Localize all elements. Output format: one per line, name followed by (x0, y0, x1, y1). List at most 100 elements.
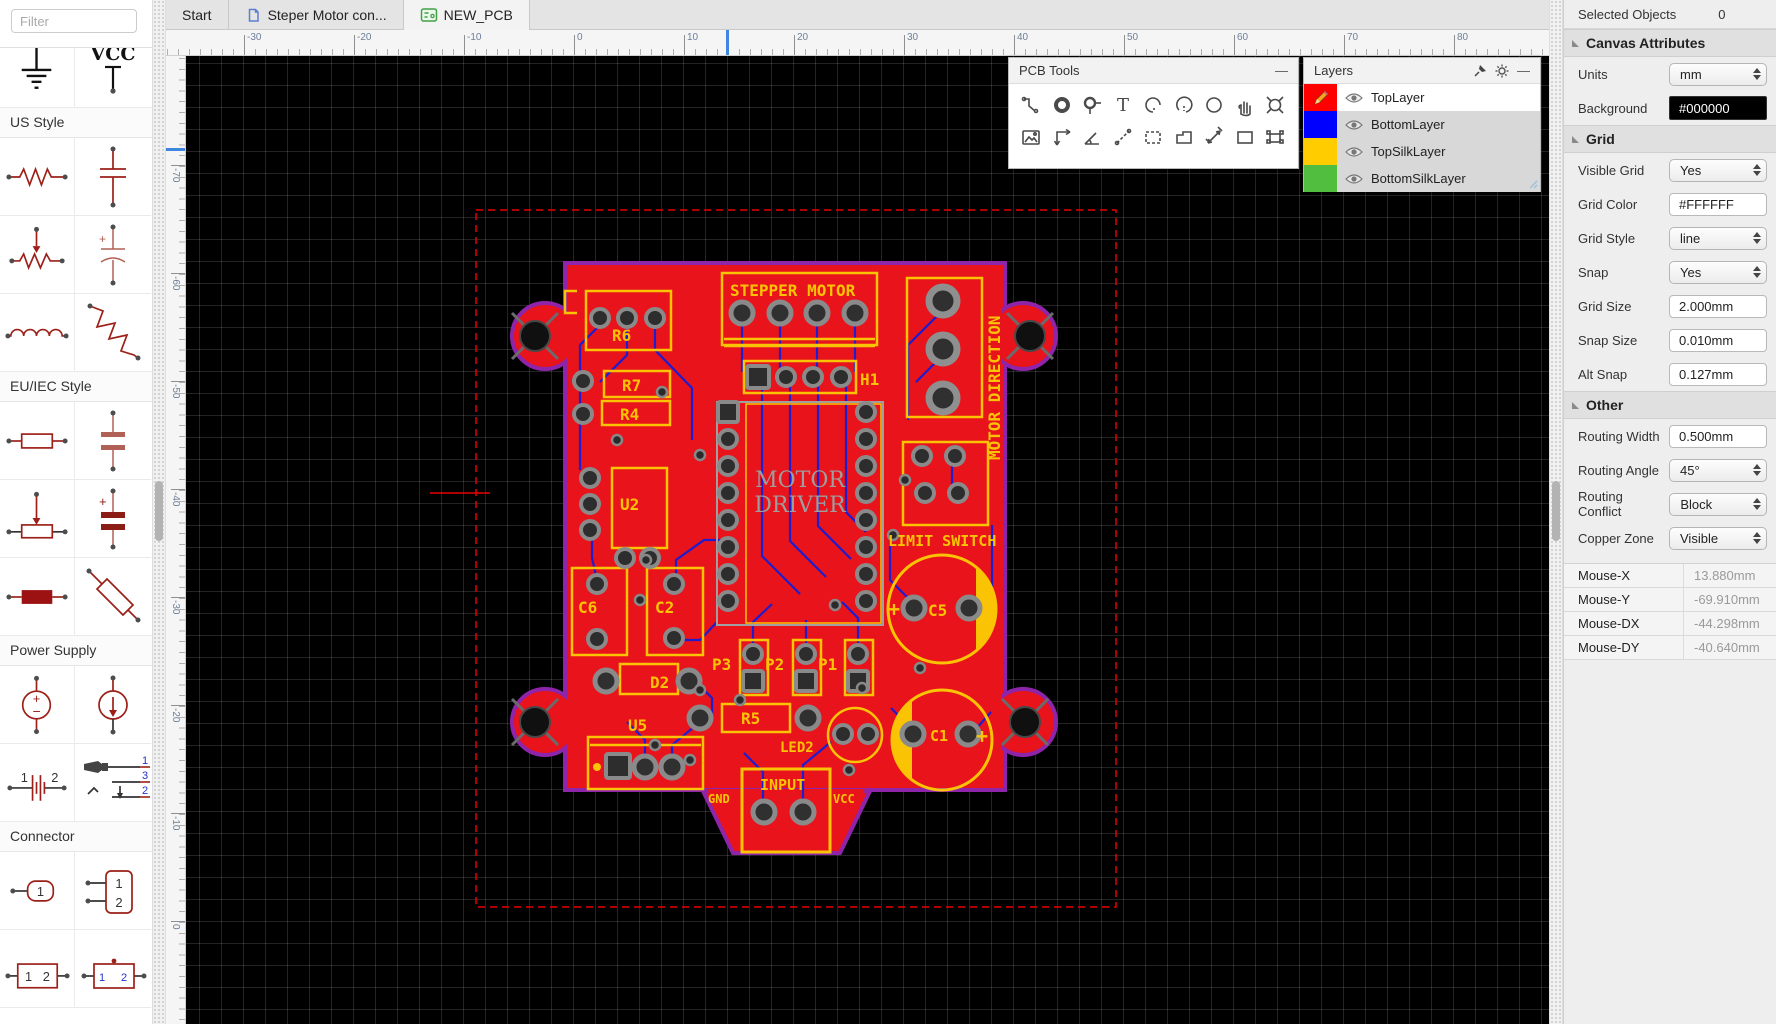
layer-row-topsilklayer[interactable]: TopSilkLayer (1304, 138, 1540, 165)
resize-handle[interactable] (1528, 179, 1538, 189)
routing-width-input[interactable] (1669, 424, 1767, 448)
vertical-ruler: -70 -60 -50 -40 -30 -20 -10 0 (166, 56, 186, 1024)
section-power-supply[interactable]: Power Supply (0, 635, 152, 666)
section-grid[interactable]: Grid (1564, 125, 1776, 153)
circle-icon[interactable] (1200, 90, 1228, 120)
component-inductor[interactable] (0, 294, 75, 372)
component-audio-jack[interactable]: 1 3 2 (75, 744, 151, 822)
section-canvas-attributes[interactable]: Canvas Attributes (1564, 29, 1776, 57)
eye-icon[interactable] (1337, 119, 1371, 131)
background-color-swatch[interactable]: #000000 (1669, 96, 1767, 120)
component-resistor-filled[interactable] (0, 558, 75, 636)
solid-region-icon[interactable] (1170, 122, 1198, 152)
svg-text:2: 2 (142, 785, 148, 797)
routing-angle-select[interactable]: 45° (1669, 458, 1767, 482)
selected-objects-value: 0 (1718, 6, 1726, 22)
image-icon[interactable] (1017, 122, 1045, 152)
layer-row-toplayer[interactable]: TopLayer (1304, 84, 1540, 111)
svg-text:2: 2 (120, 972, 126, 984)
left-scrollbar-thumb[interactable] (155, 481, 163, 541)
paste-region-icon[interactable] (1139, 122, 1167, 152)
snap-select[interactable]: Yes (1669, 260, 1767, 284)
stepper-arrows-icon (1753, 266, 1761, 278)
rect-icon[interactable] (1231, 122, 1259, 152)
layer-row-bottomlayer[interactable]: BottomLayer (1304, 111, 1540, 138)
routing-conflict-select[interactable]: Block (1669, 492, 1767, 516)
section-eu-iec-style[interactable]: EU/IEC Style (0, 371, 152, 402)
pcb-canvas[interactable] (186, 56, 1549, 1024)
alt-snap-input[interactable] (1669, 362, 1767, 386)
section-connector[interactable]: Connector (0, 821, 152, 852)
component-resistor-diagonal[interactable] (75, 294, 151, 372)
protractor-icon[interactable] (1078, 122, 1106, 152)
dimension-arrow-icon[interactable] (1200, 122, 1228, 152)
layer-color-swatch[interactable] (1304, 138, 1337, 165)
minimize-icon[interactable]: — (1517, 63, 1530, 78)
component-capacitor-polarized-eu[interactable]: + (75, 480, 151, 558)
visible-grid-select[interactable]: Yes (1669, 158, 1767, 182)
layer-row-bottomsilklayer[interactable]: BottomSilkLayer (1304, 165, 1540, 192)
layer-color-swatch[interactable] (1304, 84, 1337, 111)
tab-new-pcb[interactable]: NEW_PCB (403, 0, 530, 30)
component-potentiometer-eu[interactable] (0, 480, 75, 558)
units-select[interactable]: mm (1669, 62, 1767, 86)
copper-zone-select[interactable]: Visible (1669, 526, 1767, 550)
section-us-style[interactable]: US Style (0, 107, 152, 138)
layers-header[interactable]: Layers — (1304, 58, 1540, 84)
pcb-tools-panel: PCB Tools — T (1008, 57, 1299, 169)
component-resistor-eu[interactable] (0, 402, 75, 480)
component-capacitor-eu[interactable] (75, 402, 151, 480)
pin-icon[interactable] (1473, 64, 1487, 78)
tab-start-label: Start (182, 7, 212, 23)
component-header-1pin[interactable]: 1 (0, 852, 75, 930)
measure-icon[interactable] (1109, 122, 1137, 152)
component-capacitor-polarized[interactable]: + (75, 216, 151, 294)
svg-text:+: + (99, 232, 106, 246)
svg-text:2: 2 (115, 895, 122, 910)
drag-icon[interactable] (1231, 90, 1259, 120)
grid-style-select[interactable]: line (1669, 226, 1767, 250)
component-potentiometer-us[interactable] (0, 216, 75, 294)
svg-text:T: T (1117, 95, 1129, 116)
component-voltage-source[interactable]: + − (0, 666, 75, 744)
gear-icon[interactable] (1495, 64, 1509, 78)
component-header-2pin-horizontal[interactable]: 1 2 (0, 930, 75, 1008)
collapse-triangle-icon (1572, 401, 1579, 409)
text-icon[interactable]: T (1109, 90, 1137, 120)
layer-color-swatch[interactable] (1304, 111, 1337, 138)
component-header-2pin-horizontal-2[interactable]: 1 2 (75, 930, 151, 1008)
snap-size-input[interactable] (1669, 328, 1767, 352)
grid-color-input[interactable] (1669, 192, 1767, 216)
dimension-icon[interactable] (1048, 122, 1076, 152)
component-capacitor[interactable] (75, 138, 151, 216)
component-resistor-us[interactable] (0, 138, 75, 216)
filter-input[interactable] (11, 9, 137, 33)
keepout-region-icon[interactable] (1261, 90, 1289, 120)
track-icon[interactable] (1017, 90, 1045, 120)
component-battery[interactable]: 1 2 (0, 744, 75, 822)
tab-start[interactable]: Start (166, 0, 229, 30)
component-resistor-diagonal-eu[interactable] (75, 558, 151, 636)
properties-panel: Selected Objects 0 Canvas Attributes Uni… (1563, 0, 1776, 1024)
component-current-source[interactable] (75, 666, 151, 744)
via-icon[interactable] (1048, 90, 1076, 120)
tab-schematic[interactable]: Steper Motor con... (229, 0, 404, 30)
right-scrollbar-thumb[interactable] (1552, 481, 1560, 541)
eye-icon[interactable] (1337, 146, 1371, 158)
eye-icon[interactable] (1337, 92, 1371, 104)
arc-center-icon[interactable] (1170, 90, 1198, 120)
tab-schematic-label: Steper Motor con... (267, 7, 387, 23)
pad-icon[interactable] (1078, 90, 1106, 120)
pcb-tools-header[interactable]: PCB Tools — (1009, 58, 1298, 84)
grid-size-input[interactable] (1669, 294, 1767, 318)
eye-icon[interactable] (1337, 173, 1371, 185)
right-splitter[interactable] (1549, 0, 1563, 1024)
svg-text:−: − (32, 702, 40, 718)
arc-icon[interactable] (1139, 90, 1167, 120)
section-other[interactable]: Other (1564, 391, 1776, 419)
align-origin-icon[interactable] (1261, 122, 1289, 152)
left-splitter[interactable] (152, 0, 166, 1024)
component-header-2pin[interactable]: 1 2 (75, 852, 151, 930)
layer-color-swatch[interactable] (1304, 165, 1337, 192)
minimize-icon[interactable]: — (1275, 63, 1288, 78)
